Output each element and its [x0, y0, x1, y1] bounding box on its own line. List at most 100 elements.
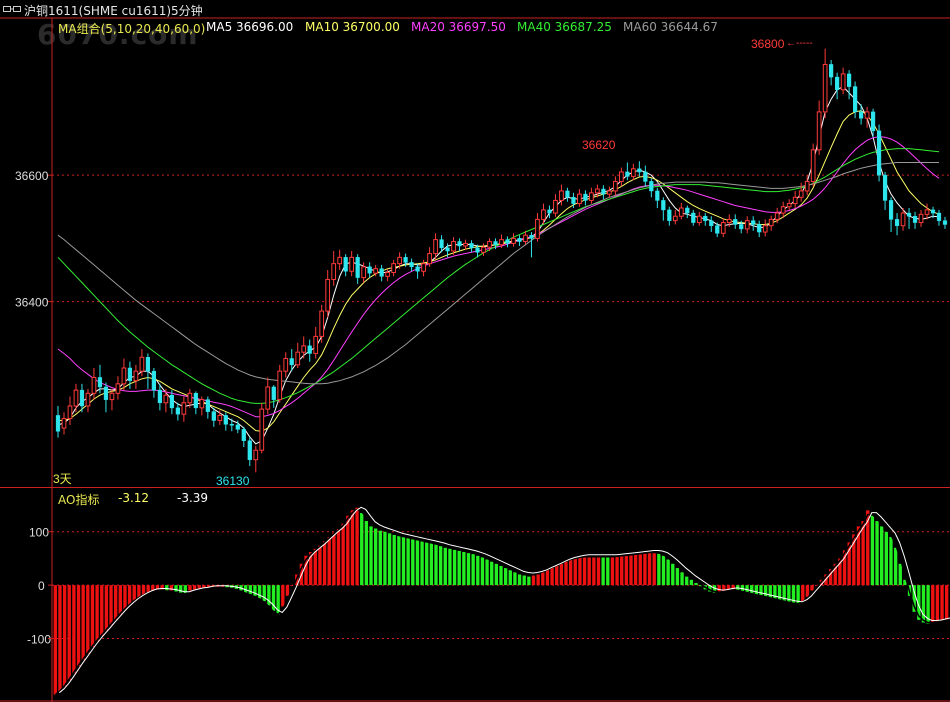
ao-bar	[397, 535, 401, 586]
ao-bar	[592, 556, 596, 586]
candle	[391, 259, 396, 277]
candle-body	[115, 383, 121, 394]
candle-body	[487, 241, 492, 248]
ao-bar	[114, 585, 118, 620]
ao-bar	[253, 585, 257, 596]
low-label: 36130	[216, 474, 250, 488]
ao-bar	[109, 585, 113, 626]
candle	[703, 213, 708, 226]
candle-body	[475, 247, 480, 253]
mid-high-label: 36620	[582, 138, 616, 152]
candle-body	[583, 193, 588, 201]
candle-body	[553, 199, 558, 214]
ma-line-ma10	[58, 110, 940, 432]
candle	[409, 258, 414, 272]
ao-bar	[550, 568, 554, 586]
ao-bar	[369, 526, 373, 586]
ao-bar	[685, 576, 689, 586]
candle-body	[469, 243, 474, 249]
candle-body	[259, 408, 265, 451]
ao-bar	[341, 523, 345, 586]
ao-bar	[401, 537, 406, 586]
candle-body	[373, 268, 378, 274]
ao-bar	[578, 557, 582, 586]
ao-bar	[643, 553, 647, 586]
candle	[205, 396, 210, 419]
candle-body	[265, 386, 271, 410]
candle-body	[67, 405, 73, 420]
candle	[463, 239, 468, 250]
candle-body	[61, 418, 67, 429]
candle	[667, 206, 672, 226]
ao-bar	[661, 555, 666, 586]
candle	[864, 106, 870, 128]
candle-body	[517, 238, 522, 242]
ao-bar	[355, 507, 359, 586]
candle-body	[295, 351, 301, 366]
candle	[247, 437, 252, 467]
ao-bar	[657, 553, 661, 586]
candle-body	[247, 440, 252, 460]
candle	[253, 445, 259, 473]
candle	[67, 396, 73, 425]
candle	[61, 412, 67, 435]
candle	[151, 368, 156, 398]
candle-body	[139, 356, 145, 372]
candle	[379, 264, 384, 282]
ao-bar	[285, 585, 290, 596]
ao-bar	[466, 553, 471, 586]
candle-body	[751, 220, 756, 225]
candle	[835, 72, 840, 100]
chart-canvas[interactable]: 36400 36600 100 0 -100 3天 36800 ←----- 36620…	[0, 0, 950, 702]
candle-body	[193, 393, 198, 409]
ao-bar	[429, 543, 434, 586]
ao-bar	[127, 585, 132, 606]
candle-body	[151, 370, 156, 391]
candle-body	[726, 218, 732, 224]
ao-bar	[768, 585, 772, 598]
candle-body	[205, 399, 210, 412]
ao-bar	[438, 546, 443, 586]
ao-bar	[671, 563, 675, 586]
candle-body	[739, 224, 744, 230]
ao-bar	[564, 561, 568, 586]
candle-body	[792, 196, 798, 205]
candle	[924, 203, 930, 220]
candle-body	[229, 424, 234, 426]
ao-bar	[476, 555, 480, 586]
candle-body	[289, 358, 294, 366]
ao-bar	[197, 585, 201, 589]
candle-body	[181, 402, 187, 415]
candle	[181, 396, 187, 422]
candle	[685, 205, 690, 219]
candle-body	[439, 239, 444, 249]
candle-body	[852, 86, 858, 113]
ao-bar	[360, 513, 364, 586]
candle-body	[619, 171, 624, 182]
candle	[672, 209, 678, 225]
candle-body	[319, 310, 325, 337]
candle-body	[217, 414, 223, 421]
candle-body	[900, 212, 906, 227]
ao-bar	[921, 585, 926, 623]
candle-body	[678, 207, 684, 217]
candle	[678, 202, 684, 220]
candle-body	[301, 345, 307, 353]
candle-body	[816, 111, 822, 151]
candle-body	[733, 219, 738, 225]
high-arrow: ←-----	[786, 38, 813, 49]
candle-body	[109, 392, 115, 401]
ao-bar	[582, 556, 587, 586]
candle-body	[847, 73, 852, 87]
ao-bar	[95, 585, 99, 642]
candle	[816, 100, 822, 155]
candle	[133, 364, 139, 389]
ao-bar	[322, 541, 327, 586]
candle-body	[762, 225, 768, 233]
candle-body	[613, 180, 618, 192]
ao-bar	[675, 568, 680, 586]
candle-body	[307, 345, 312, 354]
candle-body	[331, 263, 337, 280]
candle	[577, 189, 582, 207]
candle	[786, 199, 792, 210]
